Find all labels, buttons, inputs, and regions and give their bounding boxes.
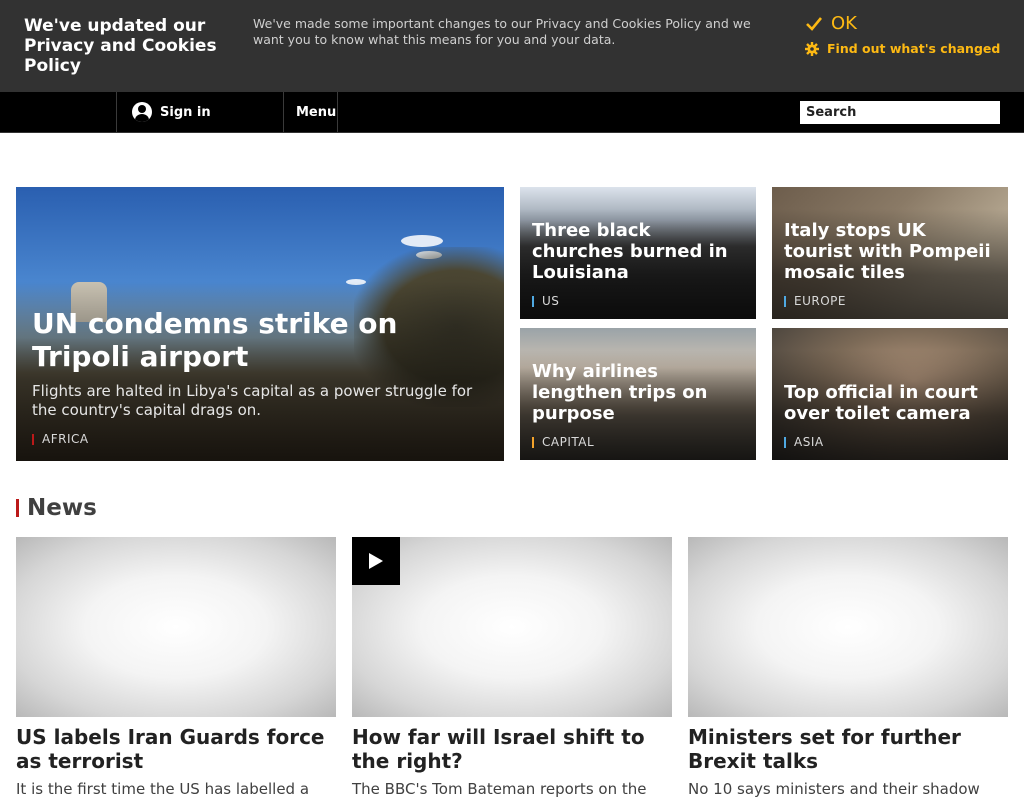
- hero-title[interactable]: UN condemns strike on Tripoli airport: [32, 307, 472, 373]
- card-title[interactable]: Top official in court over toilet camera: [784, 382, 999, 424]
- section-accent-bar: [16, 499, 19, 517]
- news-item-image[interactable]: [688, 537, 1008, 717]
- hero-summary: Flights are halted in Libya's capital as…: [32, 382, 473, 419]
- news-item-image[interactable]: [16, 537, 336, 717]
- news-item-title[interactable]: Ministers set for further Brexit talks: [688, 725, 1008, 773]
- cookie-banner: We've updated our Privacy and Cookies Po…: [0, 0, 1024, 92]
- signin-button[interactable]: Sign in: [117, 92, 283, 132]
- checkmark-icon: [806, 17, 823, 31]
- story-card[interactable]: Italy stops UK tourist with Pompeii mosa…: [772, 187, 1008, 319]
- story-card[interactable]: Top official in court over toilet camera…: [772, 328, 1008, 460]
- cookie-banner-title: We've updated our Privacy and Cookies Po…: [24, 16, 217, 76]
- hero-image-cloud: [401, 235, 443, 247]
- signin-label: Sign in: [160, 104, 211, 120]
- user-icon: [132, 102, 152, 122]
- news-item-summary: The BBC's Tom Bateman reports on the: [352, 780, 647, 798]
- card-tag[interactable]: US: [532, 294, 559, 308]
- hero-tag[interactable]: AFRICA: [32, 432, 89, 446]
- news-item-summary: No 10 says ministers and their shadow: [688, 780, 980, 798]
- story-card[interactable]: Three black churches burned in Louisiana…: [520, 187, 756, 319]
- hero-story[interactable]: UN condemns strike on Tripoli airport Fl…: [16, 187, 504, 461]
- story-card[interactable]: Why airlines lengthen trips on purpose C…: [520, 328, 756, 460]
- cookie-ok-label: OK: [831, 13, 857, 34]
- search-input[interactable]: [800, 101, 1000, 124]
- play-icon: [369, 553, 383, 569]
- card-tag[interactable]: CAPITAL: [532, 435, 594, 449]
- cookie-banner-text: We've made some important changes to our…: [253, 16, 751, 47]
- gear-icon: [805, 41, 819, 56]
- play-button[interactable]: [352, 537, 400, 585]
- news-item-summary: It is the first time the US has labelled…: [16, 780, 310, 798]
- card-tag[interactable]: EUROPE: [784, 294, 846, 308]
- news-item-title[interactable]: US labels Iran Guards force as terrorist: [16, 725, 336, 773]
- card-title[interactable]: Why airlines lengthen trips on purpose: [532, 361, 747, 424]
- find-out-link[interactable]: Find out what's changed: [805, 41, 1000, 56]
- card-title[interactable]: Three black churches burned in Louisiana: [532, 220, 747, 283]
- find-out-label: Find out what's changed: [827, 41, 1001, 56]
- card-tag[interactable]: ASIA: [784, 435, 824, 449]
- news-item-image[interactable]: [352, 537, 672, 717]
- nav-divider: [337, 92, 338, 132]
- news-item-title[interactable]: How far will Israel shift to the right?: [352, 725, 672, 773]
- menu-button[interactable]: Menu: [284, 92, 337, 132]
- news-heading-label: News: [27, 495, 97, 521]
- card-title[interactable]: Italy stops UK tourist with Pompeii mosa…: [784, 220, 999, 283]
- news-section-heading[interactable]: News: [16, 494, 97, 522]
- cookie-ok-button[interactable]: OK: [805, 12, 857, 36]
